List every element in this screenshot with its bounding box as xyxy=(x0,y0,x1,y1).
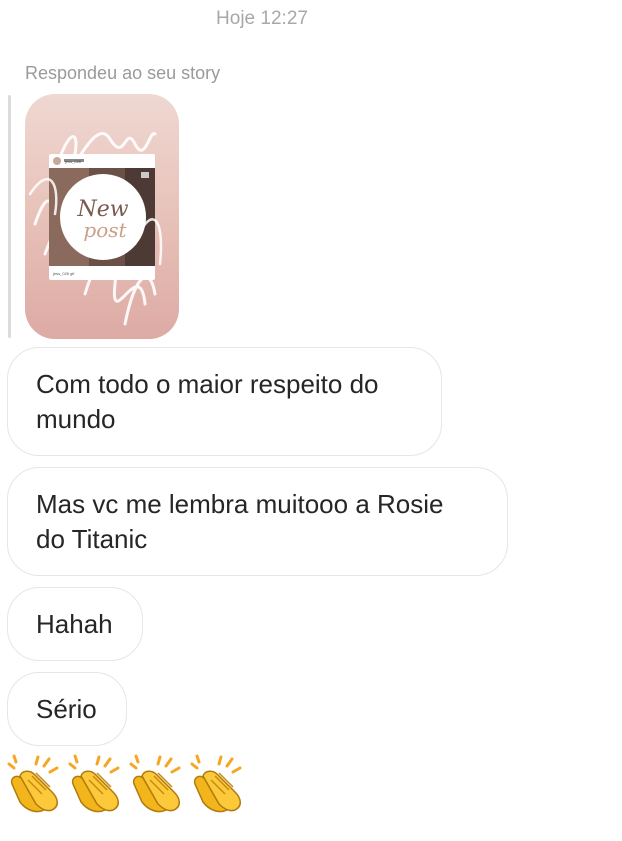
message-text-line: Hahah xyxy=(36,609,113,639)
message-text-line: Com todo o maior respeito do xyxy=(36,369,379,399)
message-timestamp: Hoje 12:27 xyxy=(216,8,308,29)
clapping-hands-icon xyxy=(129,754,181,813)
message-bubble[interactable]: Sério xyxy=(7,672,127,746)
story-thumbnail[interactable]: jess_026 New post jess_026 gif xyxy=(25,94,179,339)
clapping-hands-icon xyxy=(68,754,120,813)
clapping-hands-group xyxy=(7,754,242,813)
reply-indicator-bar xyxy=(8,95,11,338)
story-username: jess_026 xyxy=(64,159,82,164)
emoji-message[interactable] xyxy=(6,754,256,814)
message-text-line: Mas vc me lembra muitooo a Rosie xyxy=(36,489,444,519)
message-bubble[interactable]: Mas vc me lembra muitooo a Rosie do Tita… xyxy=(7,467,508,576)
clapping-hands-icon xyxy=(190,754,242,813)
story-caption: jess_026 gif xyxy=(52,271,75,276)
message-bubble[interactable]: Hahah xyxy=(7,587,143,661)
message-text-line: mundo xyxy=(36,404,116,434)
message-text-line: Sério xyxy=(36,694,97,724)
message-text-line: do Titanic xyxy=(36,524,148,554)
story-reply-label: Respondeu ao seu story xyxy=(25,63,221,83)
story-overlay-line2: post xyxy=(83,218,127,242)
clapping-hands-icon xyxy=(7,754,59,813)
story-artwork: jess_026 New post jess_026 gif xyxy=(28,132,163,326)
message-bubble[interactable]: Com todo o maior respeito do mundo xyxy=(7,347,442,456)
